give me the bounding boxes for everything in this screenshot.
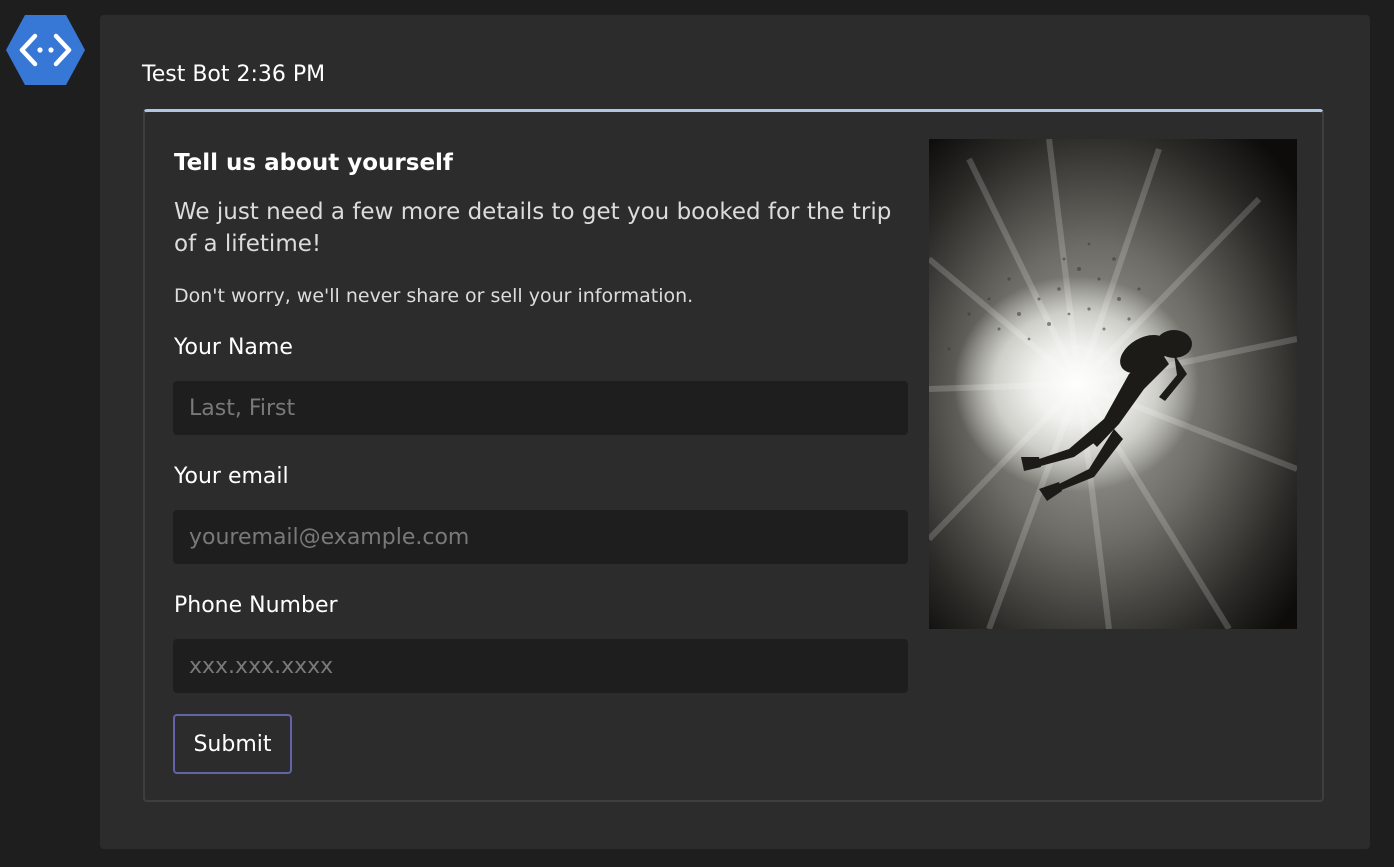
azure-bot-service-icon	[6, 15, 85, 85]
privacy-note: Don't worry, we'll never share or sell y…	[174, 285, 694, 307]
name-input[interactable]	[173, 381, 908, 435]
message-sender-timestamp: Test Bot 2:36 PM	[142, 62, 326, 87]
card-intro-text: We just need a few more details to get y…	[174, 199, 892, 257]
scuba-diver-illustration	[929, 139, 1297, 629]
adaptive-card: Tell us about yourself We just need a fe…	[143, 109, 1324, 802]
email-input[interactable]	[173, 510, 908, 564]
card-title: Tell us about yourself	[174, 150, 453, 176]
email-label: Your email	[174, 464, 289, 489]
bot-avatar	[5, 14, 86, 86]
phone-input[interactable]	[173, 639, 908, 693]
submit-button[interactable]: Submit	[173, 714, 292, 774]
bot-message: Test Bot 2:36 PM Tell us about yourself …	[100, 15, 1370, 849]
scuba-diver-image	[929, 139, 1297, 629]
name-label: Your Name	[174, 335, 293, 360]
phone-label: Phone Number	[174, 593, 338, 618]
